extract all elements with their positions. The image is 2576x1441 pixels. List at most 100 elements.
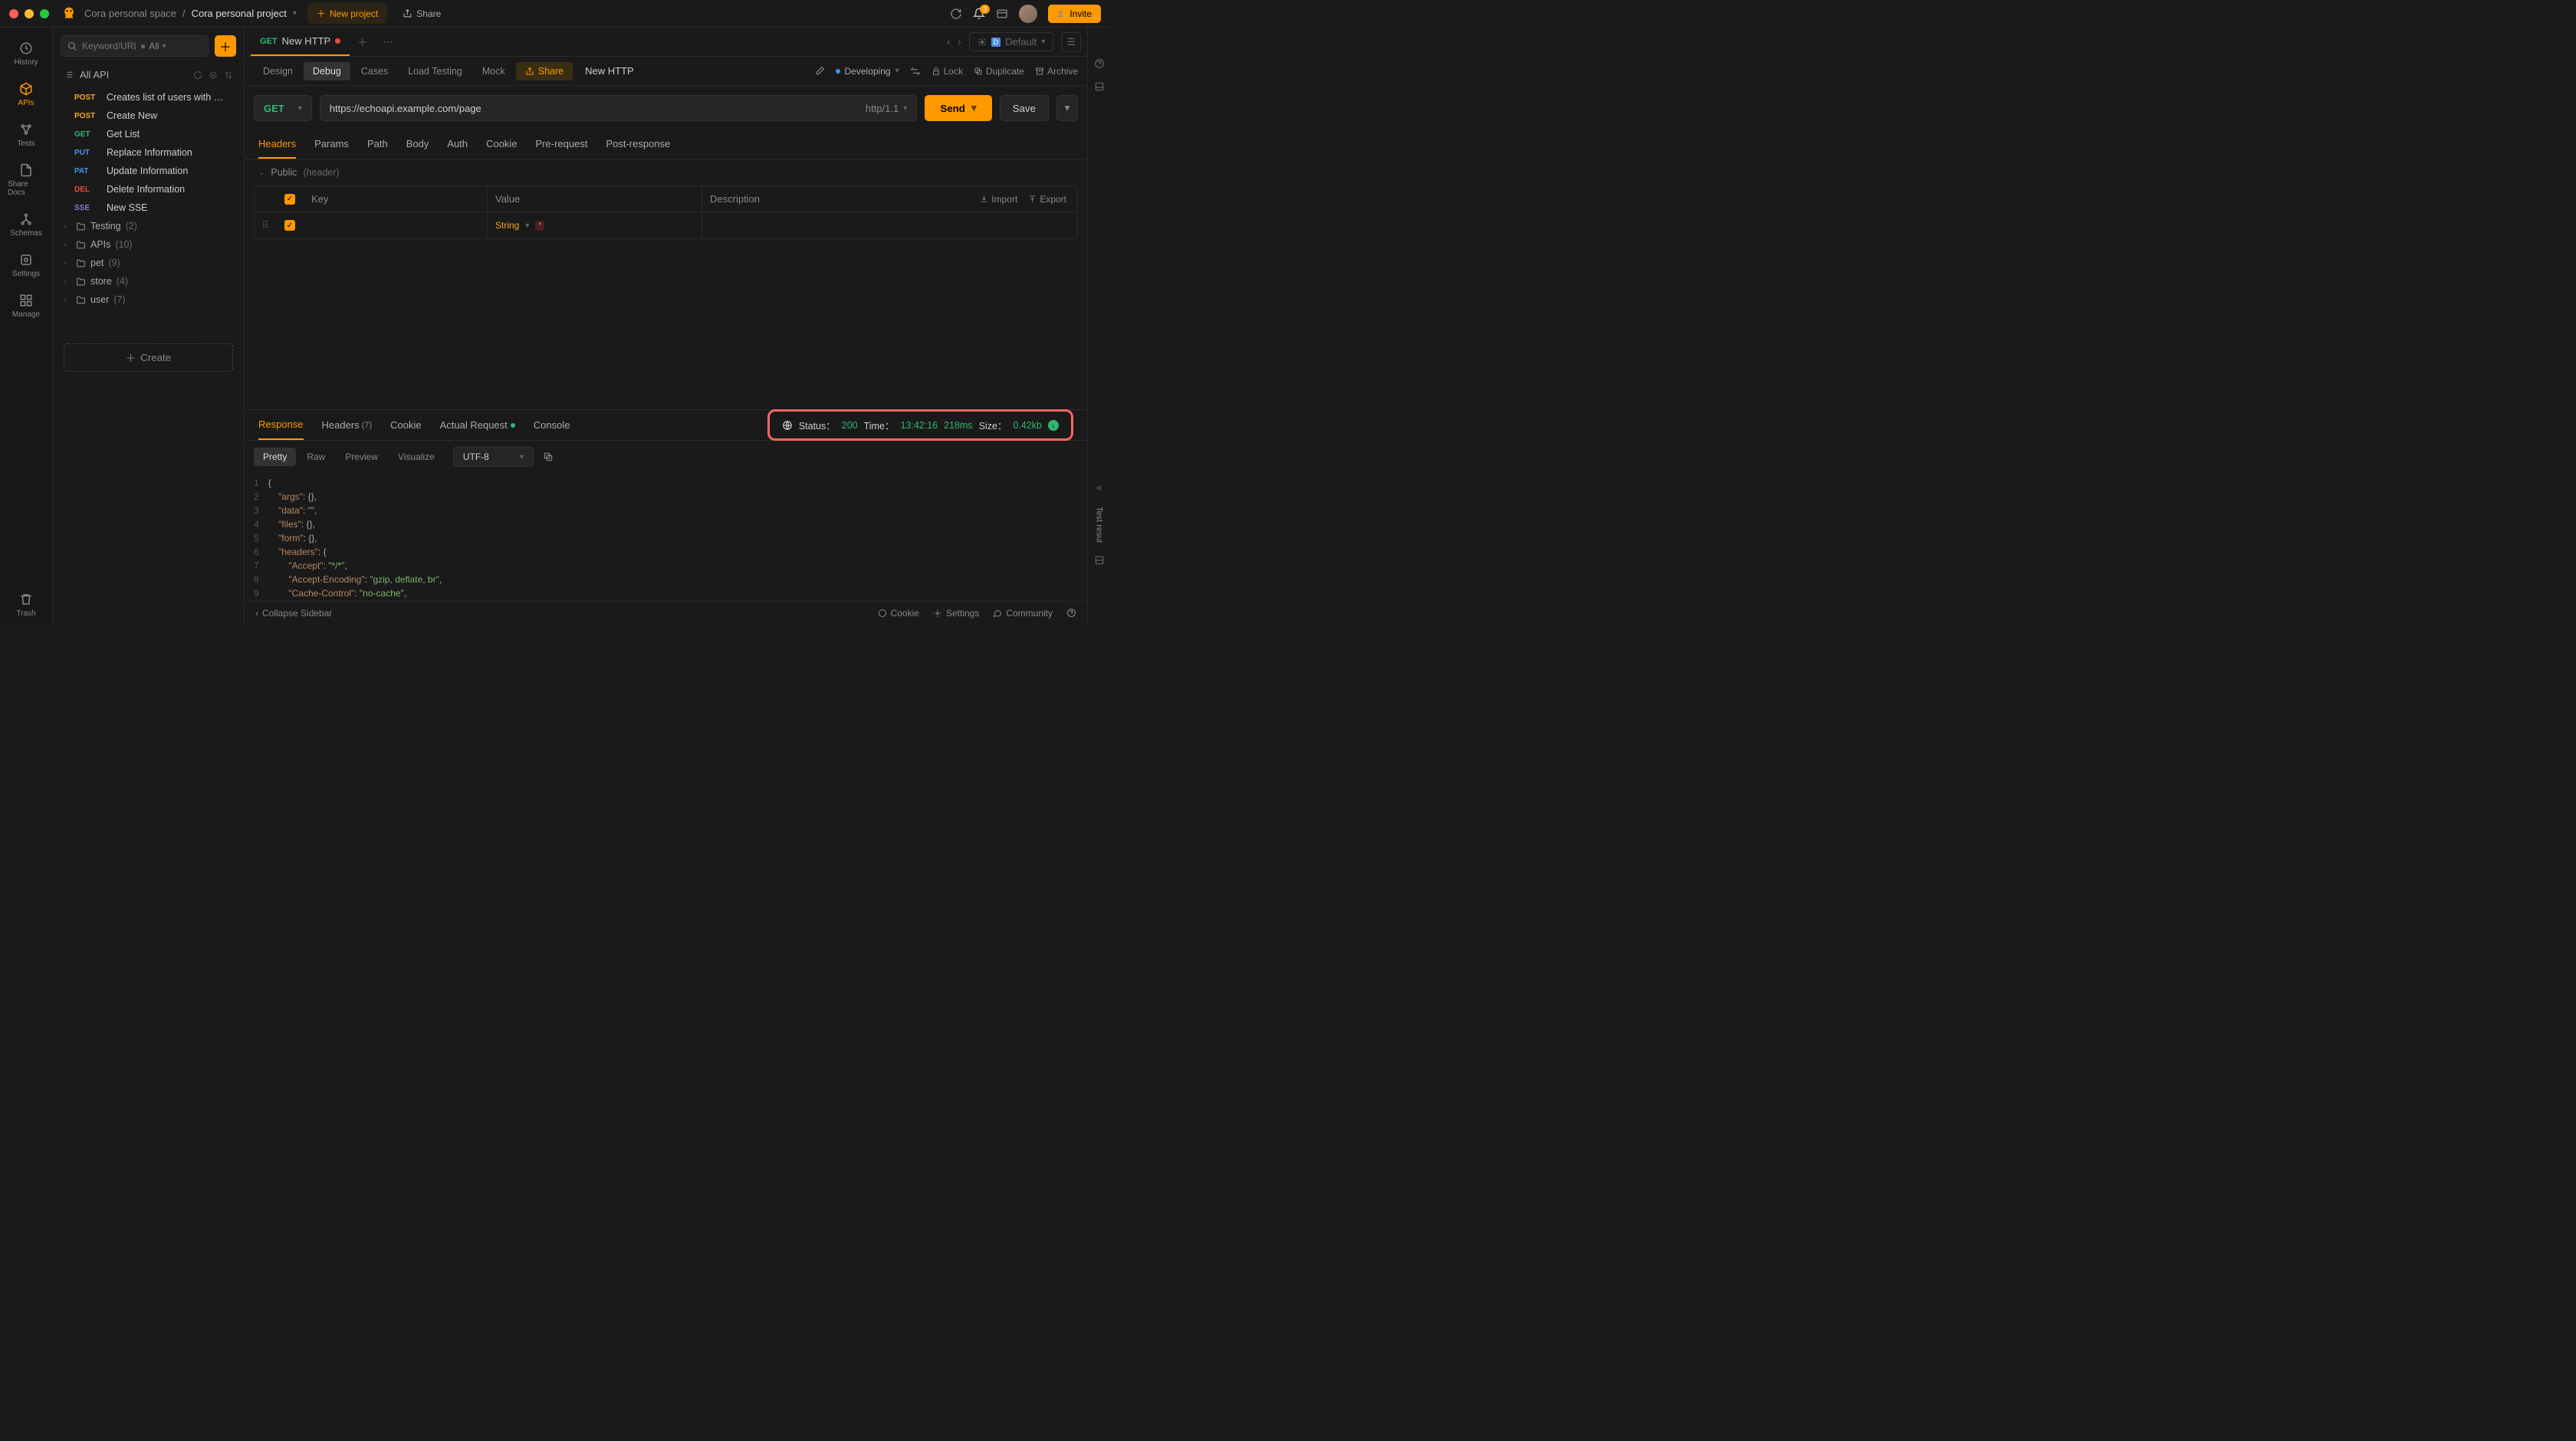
api-item[interactable]: POSTCreates list of users with … <box>53 88 244 107</box>
environment-select[interactable]: D Default ▾ <box>969 32 1054 51</box>
close-window[interactable] <box>9 9 18 18</box>
test-results-toggle[interactable]: Test resul <box>1095 507 1104 543</box>
mode-load-testing[interactable]: Load Testing <box>399 62 472 80</box>
mode-design[interactable]: Design <box>254 62 302 80</box>
drag-handle-icon[interactable]: ⠿ <box>255 219 276 231</box>
resp-tab-actual[interactable]: Actual Request <box>440 410 515 440</box>
export-button[interactable]: Export <box>1028 194 1066 205</box>
prev-tab-icon[interactable]: ‹ <box>947 36 950 48</box>
api-item[interactable]: GETGet List <box>53 125 244 143</box>
status-select[interactable]: Developing▾ <box>836 66 899 77</box>
req-tab-path[interactable]: Path <box>367 130 388 159</box>
view-pretty[interactable]: Pretty <box>254 448 296 466</box>
collapse-sidebar-button[interactable]: ‹ Collapse Sidebar <box>255 608 332 619</box>
rail-settings[interactable]: Settings <box>5 247 48 284</box>
req-tab-params[interactable]: Params <box>314 130 349 159</box>
api-item[interactable]: POSTCreate New <box>53 107 244 125</box>
edit-icon[interactable] <box>814 66 825 77</box>
req-tab-headers[interactable]: Headers <box>258 130 296 159</box>
sync-icon[interactable] <box>950 8 962 20</box>
import-button[interactable]: Import <box>980 194 1017 205</box>
download-icon[interactable]: ↓ <box>1048 420 1059 431</box>
create-button[interactable]: ＋Create <box>64 343 233 372</box>
table-row[interactable]: ⠿ ✓ String ▾ * <box>255 212 1077 238</box>
resp-tab-headers[interactable]: Headers(7) <box>322 410 373 440</box>
view-visualize[interactable]: Visualize <box>389 448 444 466</box>
footer-settings[interactable]: Settings <box>933 608 979 619</box>
help-icon[interactable] <box>1094 58 1105 69</box>
mode-share[interactable]: Share <box>516 62 573 80</box>
breadcrumb-project[interactable]: Cora personal project <box>192 8 287 19</box>
search-scope[interactable]: ●All▾ <box>140 41 166 51</box>
rail-apis[interactable]: APIs <box>5 76 48 113</box>
rail-schemas[interactable]: Schemas <box>5 206 48 244</box>
req-tab-post[interactable]: Post-response <box>606 130 670 159</box>
mode-mock[interactable]: Mock <box>473 62 514 80</box>
view-raw[interactable]: Raw <box>297 448 334 466</box>
save-more-button[interactable]: ▾ <box>1056 95 1078 121</box>
chevron-down-icon[interactable]: ▾ <box>525 222 529 230</box>
api-item[interactable]: PUTReplace Information <box>53 143 244 162</box>
chevron-down-icon[interactable]: ▾ <box>293 9 297 18</box>
sort-icon[interactable] <box>224 71 233 80</box>
minimize-window[interactable] <box>25 9 34 18</box>
rail-trash[interactable]: Trash <box>5 586 48 624</box>
archive-button[interactable]: Archive <box>1035 66 1078 77</box>
public-header-toggle[interactable]: ⌄ Public (header) <box>245 159 1087 185</box>
folder-item[interactable]: ›APIs (10) <box>53 235 244 254</box>
breadcrumb-space[interactable]: Cora personal space <box>84 8 176 19</box>
req-tab-pre[interactable]: Pre-request <box>536 130 588 159</box>
panel-icon[interactable] <box>1094 555 1105 566</box>
response-body[interactable]: 123456789 { "args": {}, "data": "", "fil… <box>245 473 1087 601</box>
add-button[interactable]: ＋ <box>215 35 236 57</box>
folder-item[interactable]: ›user (7) <box>53 290 244 309</box>
req-tab-body[interactable]: Body <box>406 130 429 159</box>
mode-cases[interactable]: Cases <box>352 62 397 80</box>
expand-icon[interactable] <box>1094 81 1105 92</box>
help-icon[interactable] <box>1066 608 1076 618</box>
lock-button[interactable]: Lock <box>932 66 963 77</box>
rail-tests[interactable]: Tests <box>5 117 48 154</box>
folder-item[interactable]: ›pet (9) <box>53 254 244 272</box>
footer-cookie[interactable]: Cookie <box>878 608 919 619</box>
chevron-left-icon[interactable]: » <box>1096 483 1102 494</box>
value-input[interactable]: String ▾ * <box>488 212 702 238</box>
mode-debug[interactable]: Debug <box>304 62 350 80</box>
menu-icon[interactable]: ☰ <box>1061 32 1081 52</box>
resp-tab-response[interactable]: Response <box>258 410 304 440</box>
api-item[interactable]: DELDelete Information <box>53 180 244 199</box>
locate-icon[interactable] <box>209 71 218 80</box>
save-button[interactable]: Save <box>1000 95 1049 121</box>
notifications-button[interactable]: 3 <box>973 8 985 20</box>
new-project-button[interactable]: ＋ New project <box>307 3 387 24</box>
key-input[interactable] <box>304 212 488 238</box>
url-input[interactable]: https://echoapi.example.com/page http/1.… <box>320 95 918 121</box>
rail-share-docs[interactable]: Share Docs <box>5 157 48 203</box>
share-button-top[interactable]: Share <box>393 5 450 23</box>
refresh-icon[interactable] <box>193 71 202 80</box>
footer-community[interactable]: Community <box>993 608 1053 619</box>
invite-button[interactable]: Invite <box>1048 5 1101 23</box>
send-button[interactable]: Send▾ <box>925 95 991 121</box>
folder-item[interactable]: ›Testing (2) <box>53 217 244 235</box>
next-tab-icon[interactable]: › <box>958 36 961 48</box>
encoding-select[interactable]: UTF-8▾ <box>453 447 534 467</box>
view-preview[interactable]: Preview <box>336 448 387 466</box>
api-item[interactable]: SSENew SSE <box>53 199 244 217</box>
http-version-select[interactable]: http/1.1▾ <box>866 103 907 114</box>
maximize-window[interactable] <box>40 9 49 18</box>
search-input-wrap[interactable]: ●All▾ <box>61 35 209 57</box>
resp-tab-console[interactable]: Console <box>534 410 570 440</box>
avatar[interactable] <box>1019 5 1037 23</box>
editor-tab[interactable]: GET New HTTP <box>251 28 350 56</box>
select-all-checkbox[interactable]: ✓ <box>284 194 295 205</box>
swap-icon[interactable] <box>910 66 921 77</box>
row-checkbox[interactable]: ✓ <box>284 220 295 231</box>
api-item[interactable]: PATUpdate Information <box>53 162 244 180</box>
resp-tab-cookie[interactable]: Cookie <box>390 410 421 440</box>
method-select[interactable]: GET ▾ <box>254 95 312 121</box>
duplicate-button[interactable]: Duplicate <box>974 66 1024 77</box>
copy-icon[interactable] <box>543 451 554 462</box>
card-icon[interactable] <box>996 8 1008 20</box>
req-tab-cookie[interactable]: Cookie <box>486 130 517 159</box>
